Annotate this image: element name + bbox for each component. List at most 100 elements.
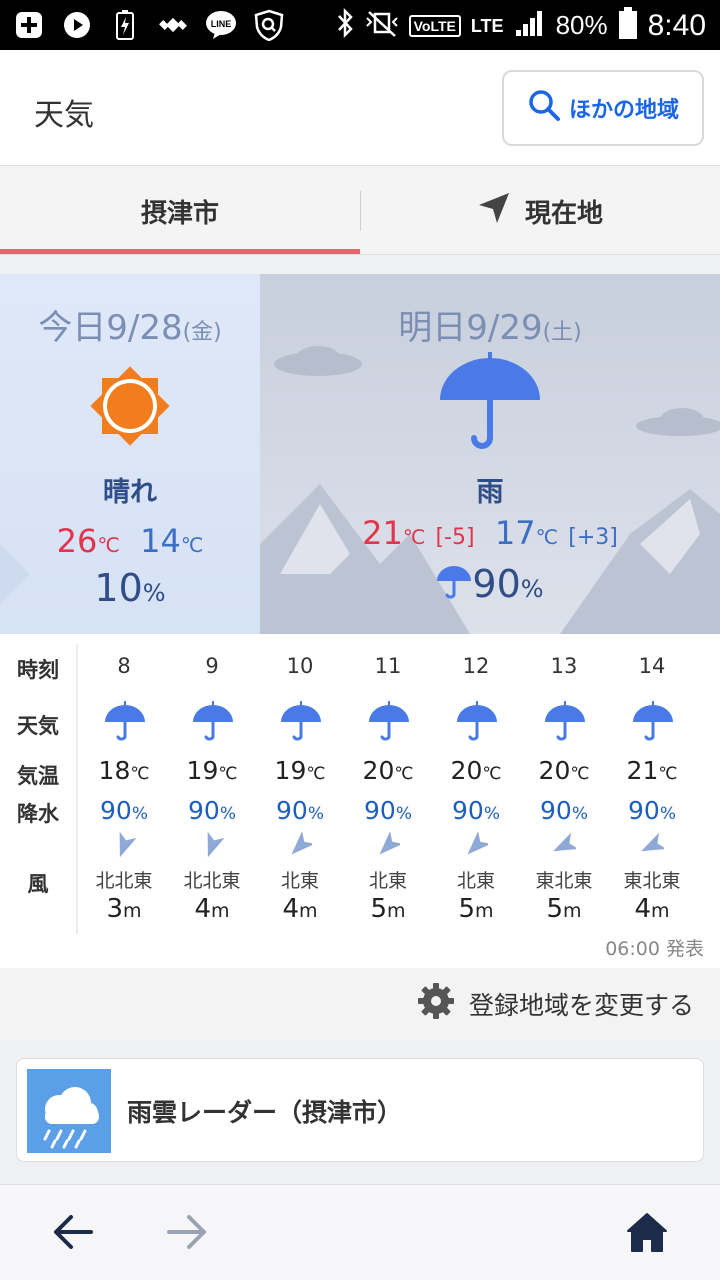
hour-temp: 19℃ (274, 756, 326, 785)
wind-direction: 北東 (456, 870, 495, 892)
wind-speed: 4m (282, 894, 318, 924)
app-header: 天気 ほかの地域 (0, 50, 720, 166)
hour-time: 10 (286, 654, 314, 678)
hour-temp: 21℃ (626, 756, 678, 785)
wind-speed: 5m (370, 894, 406, 924)
hour-temp: 20℃ (538, 756, 590, 785)
change-region-button[interactable]: 登録地域を変更する (0, 968, 720, 1040)
wind-arrow-icon (112, 831, 137, 860)
today-card[interactable]: 今日9/28(金) 晴れ 26℃ 14℃ 10% (0, 274, 260, 634)
wind-arrow-icon (552, 832, 579, 860)
row-label-weather: 天気 (17, 714, 59, 738)
shield-search-icon (252, 8, 286, 42)
search-icon (527, 88, 561, 128)
hour-temp: 19℃ (186, 756, 238, 785)
hour-rain: 90% (188, 796, 236, 825)
rain-cloud-icon (27, 1069, 111, 1153)
tab-label: 摂津市 (140, 198, 219, 229)
hour-temp: 18℃ (98, 756, 150, 785)
bottom-navigation (0, 1184, 720, 1280)
today-high: 26 (56, 522, 98, 560)
tomorrow-low-diff: [+3] (568, 525, 618, 550)
hour-column: 12 20℃ 90% 北東 5m (432, 634, 520, 934)
tab-current-location[interactable]: 現在地 (360, 167, 720, 255)
hour-column: 8 18℃ 90% 北北東 3m (80, 634, 168, 934)
line-app-icon: LINE (204, 8, 238, 42)
home-button[interactable] (620, 1207, 674, 1261)
back-button[interactable] (46, 1207, 100, 1261)
play-icon (60, 8, 94, 42)
hour-rain: 90% (628, 796, 676, 825)
umbrella-icon (632, 700, 674, 744)
wind-direction: 北北東 (183, 870, 241, 892)
wind-arrow-icon (376, 831, 403, 860)
wind-arrow-icon (200, 831, 225, 860)
umbrella-icon (192, 700, 234, 744)
wind-direction: 東北東 (535, 870, 593, 892)
wind-speed: 4m (634, 894, 670, 924)
hourly-forecast: 時刻 天気 気温 降水 風 8 18℃ 90% 北北東 3m 9 19℃ 90% 北北東 4m 10… (0, 634, 720, 968)
hour-rain: 90% (276, 796, 324, 825)
hour-time: 8 (117, 654, 131, 678)
page-title: 天気 (34, 98, 94, 133)
hour-column: 14 21℃ 90% 東北東 4m (608, 634, 696, 934)
hour-time: 13 (550, 654, 578, 678)
today-low: 14 (140, 522, 181, 560)
tomorrow-low: 17 (494, 514, 536, 552)
location-tabs: 摂津市 現在地 (0, 167, 720, 255)
tomorrow-high-diff: [-5] (435, 525, 475, 550)
forward-arrow-icon (165, 1213, 209, 1255)
satellite-icon (156, 8, 190, 42)
tomorrow-precip: 90% (260, 562, 720, 610)
hour-column: 10 19℃ 90% 北東 4m (256, 634, 344, 934)
label-divider (76, 644, 78, 934)
today-condition: 晴れ (103, 477, 157, 508)
tomorrow-condition: 雨 (476, 477, 504, 508)
gear-icon (417, 982, 455, 1026)
hour-rain: 90% (364, 796, 412, 825)
tomorrow-card[interactable]: 明日9/29(土) 雨 21℃ [-5] 17℃ [+3] 90% (260, 274, 720, 634)
today-precip: 10% (94, 566, 166, 610)
small-umbrella-icon (436, 563, 472, 610)
hour-time: 14 (638, 654, 666, 678)
wind-arrow-icon (640, 832, 667, 860)
hour-rain: 90% (540, 796, 588, 825)
row-label-temp: 気温 (17, 764, 59, 788)
hour-rain: 90% (452, 796, 500, 825)
tab-label: 現在地 (524, 198, 603, 229)
other-regions-label: ほかの地域 (568, 98, 679, 123)
tomorrow-high: 21 (362, 514, 403, 552)
wind-direction: 北東 (280, 870, 319, 892)
hour-time: 12 (462, 654, 490, 678)
hour-column: 11 20℃ 90% 北東 5m (344, 634, 432, 934)
other-regions-button[interactable]: ほかの地域 (502, 70, 704, 146)
umbrella-icon (104, 700, 146, 744)
umbrella-icon (368, 700, 410, 744)
tab-selected-indicator (0, 249, 360, 254)
network-type: LTE (470, 15, 504, 36)
today-date: 今日9/28(金) (38, 308, 222, 348)
add-notification-icon (12, 8, 46, 42)
wind-arrow-icon (288, 831, 315, 860)
hour-column: 13 20℃ 90% 東北東 5m (520, 634, 608, 934)
hour-column: 9 19℃ 90% 北北東 4m (168, 634, 256, 934)
wind-direction: 東北東 (623, 870, 681, 892)
umbrella-icon (456, 700, 498, 744)
battery-percent: 80% (555, 10, 608, 40)
back-arrow-icon (51, 1213, 95, 1255)
radar-section: 雨雲レーダー（摂津市） (0, 1041, 720, 1183)
home-icon (625, 1211, 669, 1257)
tab-settsu[interactable]: 摂津市 (0, 167, 360, 255)
status-bar: LINE VoLTE LTE 80% 8:40 (0, 0, 720, 50)
forward-button[interactable] (160, 1207, 214, 1261)
wind-direction: 北北東 (95, 870, 153, 892)
change-region-label: 登録地域を変更する (468, 991, 694, 1020)
location-arrow-icon (477, 191, 511, 232)
rain-radar-link[interactable]: 雨雲レーダー（摂津市） (16, 1058, 704, 1162)
hour-time: 11 (374, 654, 402, 678)
hour-temp: 20℃ (450, 756, 502, 785)
tomorrow-temps: 21℃ [-5] 17℃ [+3] (362, 514, 618, 552)
volte-icon: VoLTE (408, 14, 461, 37)
hour-temp: 20℃ (362, 756, 414, 785)
rain-radar-label: 雨雲レーダー（摂津市） (127, 1098, 403, 1127)
